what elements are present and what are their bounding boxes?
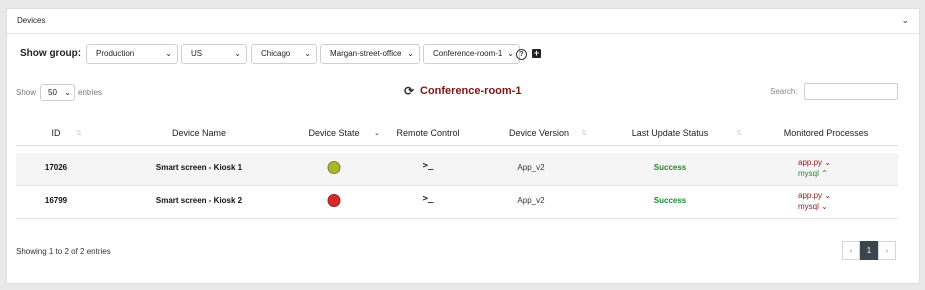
sort-icon[interactable]: ⇅ xyxy=(581,129,587,137)
process-item[interactable]: mysql ⌃ xyxy=(798,168,831,179)
monitored-processes: app.py ⌄ mysql ⌄ xyxy=(798,190,831,212)
device-state-indicator xyxy=(327,161,341,174)
process-name: mysql xyxy=(798,169,819,178)
page-1-button[interactable]: 1 xyxy=(860,241,878,260)
process-item[interactable]: app.py ⌄ xyxy=(798,157,831,168)
entries-label: entries xyxy=(78,88,103,97)
header-id[interactable]: ID xyxy=(52,128,61,138)
header-device-state[interactable]: Device State xyxy=(308,128,359,138)
device-state-indicator xyxy=(327,194,341,207)
header-device-name[interactable]: Device Name xyxy=(172,128,226,138)
select-room-value: Conference-room-1 xyxy=(433,49,503,58)
chevron-up-icon[interactable]: ⌃ xyxy=(821,169,828,178)
page-length-select[interactable]: 50 ⌄ xyxy=(40,84,75,101)
search-input[interactable] xyxy=(804,83,898,100)
header-remote-control[interactable]: Remote Control xyxy=(396,128,459,138)
terminal-icon[interactable]: >_ xyxy=(423,194,434,204)
chevron-down-icon[interactable]: ⌄ xyxy=(901,15,909,26)
chevron-down-icon: ⌄ xyxy=(165,49,172,58)
page-length-value: 50 xyxy=(48,88,57,97)
table-row[interactable]: 16799 Smart screen - Kiosk 2 >_ App_v2 S… xyxy=(16,186,898,219)
select-environment-value: Production xyxy=(96,49,135,58)
table-row[interactable]: 17026 Smart screen - Kiosk 1 >_ App_v2 S… xyxy=(16,153,898,186)
terminal-icon[interactable]: >_ xyxy=(423,161,434,171)
room-title: Conference-room-1 xyxy=(420,85,522,97)
device-version: App_v2 xyxy=(517,196,545,205)
panel-title: Devices xyxy=(17,16,46,25)
refresh-icon[interactable]: ⟳ xyxy=(404,84,414,98)
chevron-down-icon: ⌄ xyxy=(507,49,514,58)
header-last-update-status[interactable]: Last Update Status xyxy=(632,128,709,138)
select-country[interactable]: US ⌄ xyxy=(181,44,247,64)
next-page-button[interactable]: › xyxy=(878,241,896,260)
device-id: 16799 xyxy=(44,196,68,205)
header-device-version[interactable]: Device Version xyxy=(509,128,569,138)
process-name: app.py xyxy=(798,158,823,167)
monitored-processes: app.py ⌄ mysql ⌃ xyxy=(798,157,831,179)
sort-icon[interactable]: ⇅ xyxy=(76,129,82,137)
table-info: Showing 1 to 2 of 2 entries xyxy=(16,247,111,256)
process-name: app.py xyxy=(798,191,823,200)
help-icon[interactable]: ? xyxy=(516,49,527,60)
select-office-value: Margan-street-office xyxy=(330,49,402,58)
device-id: 17026 xyxy=(44,163,68,172)
panel-header[interactable]: Devices ⌄ xyxy=(7,9,919,34)
device-name[interactable]: Smart screen - Kiosk 2 xyxy=(156,196,242,205)
process-item[interactable]: app.py ⌄ xyxy=(798,190,831,201)
select-city-value: Chicago xyxy=(261,49,291,58)
device-version: App_v2 xyxy=(517,163,545,172)
add-icon[interactable]: + xyxy=(532,49,541,58)
chevron-down-icon: ⌄ xyxy=(64,88,71,97)
chevron-down-icon: ⌄ xyxy=(234,49,241,58)
select-environment[interactable]: Production ⌄ xyxy=(86,44,178,64)
header-monitored-processes[interactable]: Monitored Processes xyxy=(784,128,869,138)
show-label: Show xyxy=(16,88,37,97)
sort-icon[interactable]: ⇅ xyxy=(736,129,742,137)
chevron-down-icon[interactable]: ⌄ xyxy=(821,202,828,211)
device-name[interactable]: Smart screen - Kiosk 1 xyxy=(156,163,242,172)
update-status: Success xyxy=(653,196,687,205)
select-country-value: US xyxy=(191,49,203,58)
process-item[interactable]: mysql ⌄ xyxy=(798,201,831,212)
select-room[interactable]: Conference-room-1 ⌄ xyxy=(423,44,520,64)
select-city[interactable]: Chicago ⌄ xyxy=(251,44,317,64)
chevron-down-icon[interactable]: ⌄ xyxy=(824,158,831,167)
search-label: Search: xyxy=(770,87,798,96)
chevron-down-icon: ⌄ xyxy=(407,49,414,58)
prev-page-button[interactable]: ‹ xyxy=(842,241,860,260)
table-header: ID ⇅ Device Name Device State ⌄ Remote C… xyxy=(16,124,898,146)
chevron-down-icon[interactable]: ⌄ xyxy=(824,191,831,200)
update-status: Success xyxy=(653,163,687,172)
group-filter-row: Show group: Production ⌄ US ⌄ Chicago ⌄ … xyxy=(0,44,925,64)
select-office[interactable]: Margan-street-office ⌄ xyxy=(320,44,420,64)
chevron-down-icon: ⌄ xyxy=(304,49,311,58)
sort-desc-icon[interactable]: ⌄ xyxy=(374,129,380,137)
process-name: mysql xyxy=(798,202,819,211)
group-label: Show group: xyxy=(20,48,82,59)
